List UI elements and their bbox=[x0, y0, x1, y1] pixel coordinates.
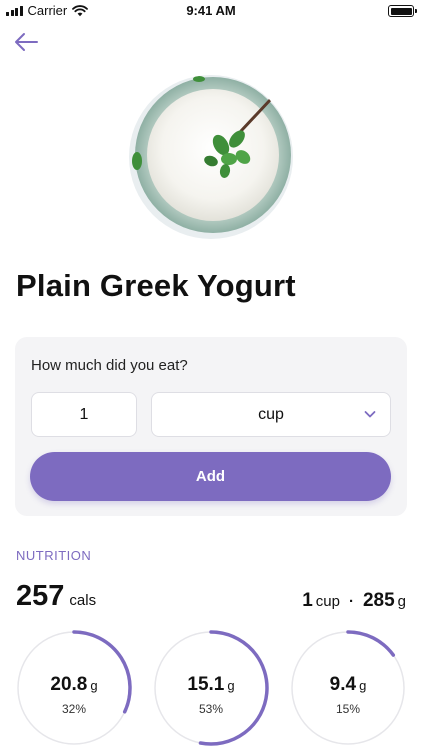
macro-value: 9.4 bbox=[329, 674, 357, 695]
macro-ring-1: 20.8 g 32% bbox=[16, 630, 132, 746]
food-title: Plain Greek Yogurt bbox=[16, 268, 296, 303]
serving-amount: 1 bbox=[302, 590, 313, 611]
calories-value: 257 bbox=[16, 580, 65, 612]
macro-percent: 15% bbox=[335, 702, 361, 716]
status-time: 9:41 AM bbox=[186, 3, 236, 18]
macro-ring-2: 15.1 g 53% bbox=[153, 630, 269, 746]
macro-unit: g bbox=[359, 678, 367, 693]
macro-ring-progress bbox=[346, 630, 396, 657]
calories-summary: 257 cals bbox=[16, 580, 96, 613]
macro-unit: g bbox=[227, 678, 235, 693]
unit-dropdown[interactable]: cup bbox=[151, 392, 391, 437]
quantity-input[interactable] bbox=[31, 392, 137, 437]
macro-ring-3: 9.4 g 15% bbox=[290, 630, 406, 746]
macro-unit: g bbox=[90, 678, 98, 693]
macro-amount: 15.1 g bbox=[153, 674, 269, 696]
macro-ring-progress bbox=[72, 630, 132, 714]
macro-percent: 32% bbox=[61, 702, 87, 716]
battery-icon bbox=[388, 5, 417, 17]
nutrition-heading: NUTRITION bbox=[16, 548, 92, 563]
separator-dot: · bbox=[348, 593, 354, 610]
macro-value: 20.8 bbox=[50, 674, 88, 695]
serving-info: 1 cup · 285 g bbox=[302, 590, 406, 612]
serving-weight: 285 bbox=[362, 590, 395, 611]
macro-amount: 20.8 g bbox=[16, 674, 132, 696]
status-bar: Carrier 9:41 AM bbox=[0, 0, 422, 22]
add-button[interactable]: Add bbox=[30, 452, 391, 501]
macro-percent: 53% bbox=[198, 702, 224, 716]
back-button[interactable] bbox=[12, 30, 40, 54]
unit-value: cup bbox=[258, 406, 284, 423]
calories-unit: cals bbox=[69, 592, 97, 609]
food-photo bbox=[129, 75, 293, 239]
chevron-down-icon bbox=[364, 411, 376, 418]
serving-weight-unit: g bbox=[397, 593, 406, 610]
arrow-left-icon bbox=[15, 33, 38, 51]
serving-unit: cup bbox=[315, 593, 340, 610]
portion-card: How much did you eat? cup Add bbox=[15, 337, 407, 516]
macro-value: 15.1 bbox=[187, 674, 225, 695]
macro-amount: 9.4 g bbox=[290, 674, 406, 696]
portion-question: How much did you eat? bbox=[31, 357, 188, 374]
